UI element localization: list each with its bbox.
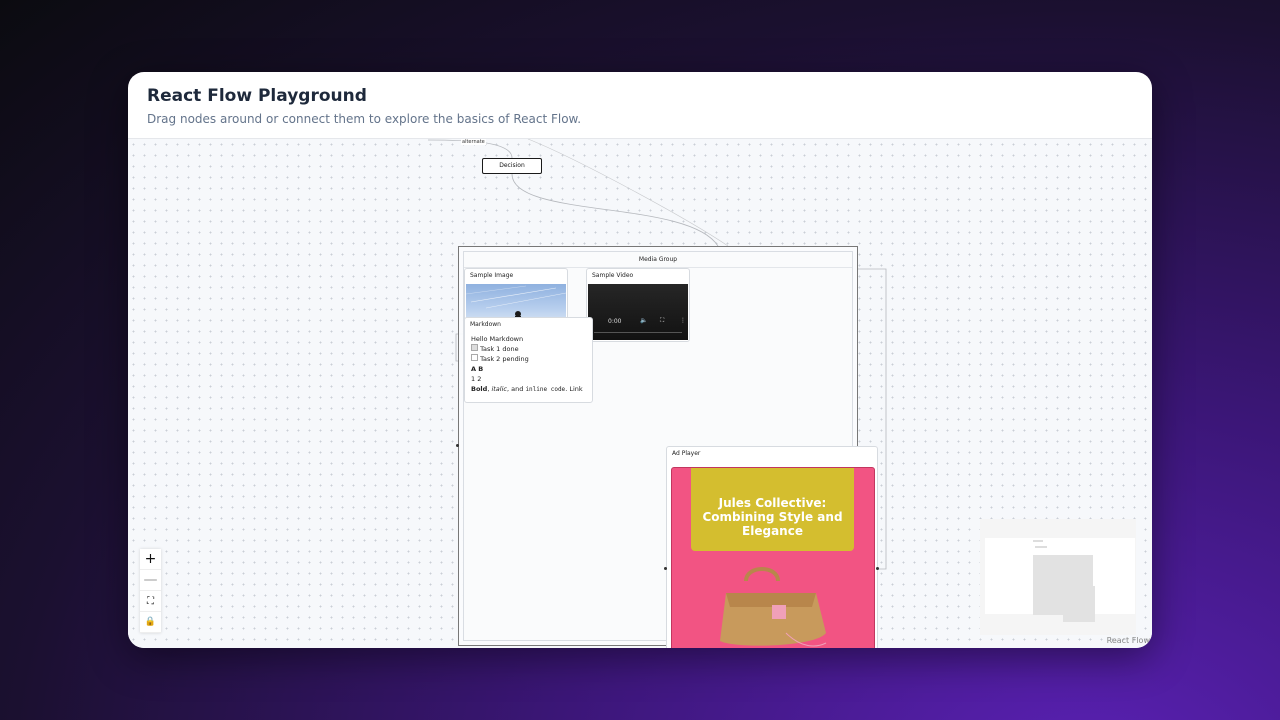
page-subtitle: Drag nodes around or connect them to exp…: [147, 112, 582, 126]
markdown-node[interactable]: Markdown Hello Markdown Task 1 done Task…: [464, 317, 593, 403]
table-row: 1 2: [471, 375, 482, 383]
decision-node[interactable]: Decision: [482, 158, 542, 174]
and-text: , and: [506, 385, 524, 393]
group-handle-left[interactable]: [456, 444, 459, 447]
flow-canvas[interactable]: alternate Decision Media Group Sample Im…: [128, 139, 1152, 648]
playground-card: React Flow Playground Drag nodes around …: [128, 72, 1152, 648]
video-progress[interactable]: [594, 332, 682, 333]
volume-icon[interactable]: 🔈: [640, 317, 647, 324]
fullscreen-icon[interactable]: ⛶: [660, 317, 664, 325]
edge-label: alternate: [461, 139, 486, 145]
checkbox-icon[interactable]: [471, 354, 478, 361]
ad-player-node[interactable]: Ad Player Jules Collective: Combining St…: [666, 446, 878, 648]
zoom-in-button[interactable]: +: [140, 549, 161, 570]
more-icon[interactable]: ⋮: [680, 317, 686, 324]
minimap-node-decision: [1033, 540, 1043, 542]
video-time: 0:00: [608, 318, 622, 325]
formatting-line: Bold, italic, and inline code. Link: [471, 385, 583, 393]
italic-text: italic: [491, 385, 507, 393]
checkbox-icon[interactable]: [471, 344, 478, 351]
lock-button[interactable]: 🔒: [140, 612, 161, 633]
table-header: A B: [471, 365, 484, 373]
inline-code: inline code: [525, 386, 566, 393]
task-1: Task 1 done: [471, 344, 586, 354]
controls-panel: + — ⛶ 🔒: [140, 549, 161, 633]
video-player[interactable]: 0:00 🔈 ⛶ ⋮: [588, 284, 688, 340]
minimap[interactable]: [980, 519, 1136, 635]
ad-creative[interactable]: Jules Collective: Combining Style and El…: [671, 467, 875, 648]
image-node-title: Sample Image: [470, 272, 514, 279]
ad-handle-right[interactable]: [876, 567, 879, 570]
markdown-heading: Hello Markdown: [471, 335, 524, 343]
task-1-label: Task 1 done: [480, 345, 519, 353]
edge-decision-group: [511, 173, 719, 247]
video-node-title: Sample Video: [592, 272, 634, 279]
bold-text: Bold: [471, 385, 488, 393]
attribution-link[interactable]: React Flow: [1107, 636, 1150, 645]
fit-view-button[interactable]: ⛶: [140, 591, 161, 612]
minimap-node-top: [1035, 546, 1047, 548]
page-title: React Flow Playground: [147, 86, 367, 106]
header: React Flow Playground Drag nodes around …: [128, 72, 1152, 139]
ad-headline: Jules Collective: Combining Style and El…: [691, 468, 854, 551]
markdown-body: Hello Markdown Task 1 done Task 2 pendin…: [465, 331, 592, 398]
markdown-node-title: Markdown: [470, 321, 501, 328]
zoom-out-button[interactable]: —: [140, 570, 161, 591]
group-label: Media Group: [638, 256, 678, 263]
task-2: Task 2 pending: [471, 354, 586, 364]
handbag-image: [720, 567, 827, 647]
ad-node-title: Ad Player: [672, 450, 701, 457]
minimap-viewport: [985, 538, 1135, 622]
ad-handle-left[interactable]: [664, 567, 667, 570]
sample-video-node[interactable]: Sample Video 0:00 🔈 ⛶ ⋮: [586, 268, 690, 342]
link[interactable]: Link: [569, 385, 582, 393]
minimap-node-ad: [1063, 586, 1095, 622]
task-2-label: Task 2 pending: [480, 355, 529, 363]
